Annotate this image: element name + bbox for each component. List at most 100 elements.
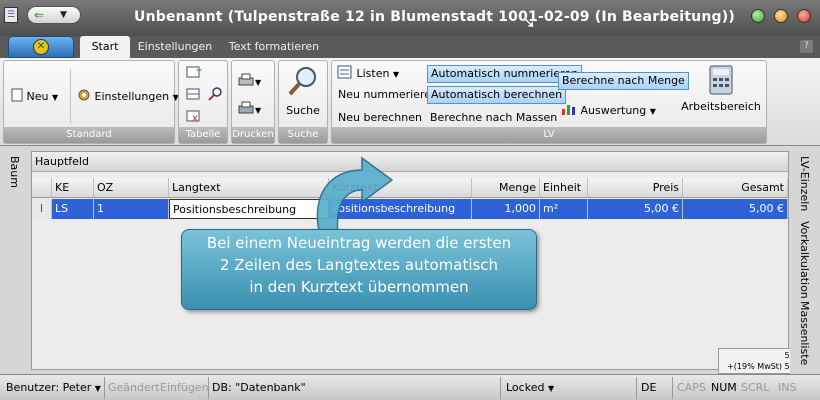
berechne-massen-button[interactable]: Berechne nach Massen [430,111,557,125]
group-caption-drucken: Drucken [232,127,274,143]
cell-oz[interactable]: 1 [94,199,169,219]
benutzer-label: Benutzer: Peter [6,381,92,394]
listen-label: Listen [356,67,390,80]
insert-row-icon[interactable] [186,86,202,105]
window-title: Unbenannt (Tulpenstraße 12 in Blumenstad… [134,9,735,25]
cell-ke[interactable]: LS [52,199,94,219]
column-header-oz[interactable]: OZ [94,178,169,198]
callout-arrow-icon [316,156,394,236]
gears-icon [77,88,91,106]
close-button[interactable] [797,9,811,23]
ribbon: Neu ▼ Einstellungen ▼ Standard + x Tabel… [0,58,820,146]
chevron-down-icon: ▼ [51,93,59,102]
chevron-down-icon: ▼ [392,70,400,79]
callout-line-2: 2 Zeilen des Langtextes automatisch [219,256,499,274]
chevron-down-icon[interactable]: ▼ [60,8,67,22]
column-header-einheit[interactable]: Einheit [540,178,588,198]
quick-access-toolbar[interactable]: ⇐ ▼ [27,6,81,24]
auto-berechnen-toggle[interactable]: Automatisch berechnen [427,86,567,104]
sidebar-tab-vorkalkulation[interactable]: Vorkalkulation [798,221,811,299]
suche-button[interactable]: Suche [283,65,323,123]
column-header-menge[interactable]: Menge [472,178,540,198]
group-caption-lv: LV [332,127,766,143]
title-bar: ☰ ⇐ ▼ Unbenannt (Tulpenstraße 12 in Blum… [0,0,820,36]
cell-einheit[interactable]: m² [540,199,588,219]
auswertung-button[interactable]: Auswertung ▼ [561,102,656,120]
language-indicator: DE [641,381,657,394]
tab-start[interactable]: Start [80,36,130,58]
right-sidebar: LV-Einzeln Vorkalkulation Massenliste [790,146,820,374]
chevron-down-icon: ▼ [255,106,262,115]
einstellungen-button[interactable]: Einstellungen ▼ [77,88,179,106]
chevron-down-icon: ▼ [255,78,262,87]
locked-dropdown[interactable]: Locked ▼ [506,381,554,394]
ribbon-tab-bar: ✕ Start Einstellungen Text formatieren ? [0,36,820,58]
group-suche: Suche Suche [278,60,328,144]
geaendert-status: Geändert [108,381,160,394]
list-icon [337,65,353,83]
magnifier-icon [287,65,319,100]
cell-gesamt[interactable]: 5,00 € [683,199,788,219]
sidebar-tab-lv-einzeln[interactable]: LV-Einzeln [798,156,811,211]
row-marker-icon[interactable]: I [32,199,52,219]
application-menu-button[interactable]: ✕ [8,36,74,58]
cell-menge[interactable]: 1,000 [472,199,540,219]
scrl-indicator: SCRL [741,381,770,394]
callout-line-3: in den Kurztext übernommen [249,278,469,296]
column-header-gesamt[interactable]: Gesamt [683,178,788,198]
locked-label: Locked [506,381,545,394]
back-arrow-icon[interactable]: ⇐ [34,8,44,22]
num-indicator: NUM [711,381,737,394]
svg-text:x: x [192,113,198,123]
svg-text:+: + [195,65,202,76]
listen-button[interactable]: Listen ▼ [337,65,399,83]
group-lv: Listen ▼ Neu nummerieren Neu berechnen A… [331,60,767,144]
print-button[interactable]: ▼ [237,73,261,91]
group-caption-tabelle: Tabelle [179,127,227,143]
arbeitsbereich-button[interactable]: Arbeitsbereich [679,65,763,123]
add-row-icon[interactable]: + [186,64,203,83]
app-icon[interactable]: ☰ [4,7,18,23]
group-caption-suche: Suche [279,127,327,143]
neu-label: Neu [26,90,49,103]
berechne-menge-toggle[interactable]: Berechne nach Menge [558,72,689,90]
help-icon[interactable]: ? [800,40,813,53]
group-tabelle: + x Tabelle [178,60,228,144]
einstellungen-label: Einstellungen [94,90,170,103]
einfuegen-status: Einfügen [160,381,209,394]
minimize-button[interactable] [774,9,788,23]
column-header-preis[interactable]: Preis [588,178,683,198]
neu-nummerieren-button[interactable]: Neu nummerieren [338,88,438,102]
status-bar: Benutzer: Peter ▼ Geändert Einfügen DB: … [0,374,820,400]
suche-label: Suche [286,104,320,117]
chevron-down-icon: ▼ [547,384,555,393]
tab-text-formatieren[interactable]: Text formatieren [222,36,326,58]
group-caption-standard: Standard [4,127,174,143]
group-standard: Neu ▼ Einstellungen ▼ Standard [3,60,179,144]
print-preview-button[interactable]: ▼ [237,101,261,119]
app-logo-icon: ✕ [33,39,49,55]
panel-title: Hauptfeld [32,152,788,172]
row-marker-header [32,178,52,198]
arbeitsbereich-label: Arbeitsbereich [681,100,761,113]
sidebar-tab-baum[interactable]: Baum [8,156,21,188]
column-header-ke[interactable]: KE [52,178,94,198]
ins-indicator: INS [778,381,797,394]
db-status: DB: "Datenbank" [212,381,306,394]
callout-line-1: Bei einem Neueintrag werden die ersten [206,234,512,252]
sidebar-tab-massenliste[interactable]: Massenliste [798,301,811,365]
cell-preis[interactable]: 5,00 € [588,199,683,219]
neu-button[interactable]: Neu ▼ [11,88,58,106]
tab-einstellungen[interactable]: Einstellungen [134,36,216,58]
search-icon[interactable] [207,86,223,105]
printer-icon [237,73,255,91]
maximize-button[interactable] [751,9,765,23]
neu-berechnen-button[interactable]: Neu berechnen [338,111,422,125]
calculator-icon [708,65,734,98]
benutzer-dropdown[interactable]: Benutzer: Peter ▼ [6,381,101,394]
caps-indicator: CAPS [677,381,706,394]
mouse-cursor-icon: ➘ [521,12,537,33]
print-preview-icon [237,101,255,119]
left-sidebar: Baum [0,146,28,374]
delete-row-icon[interactable]: x [186,109,202,126]
